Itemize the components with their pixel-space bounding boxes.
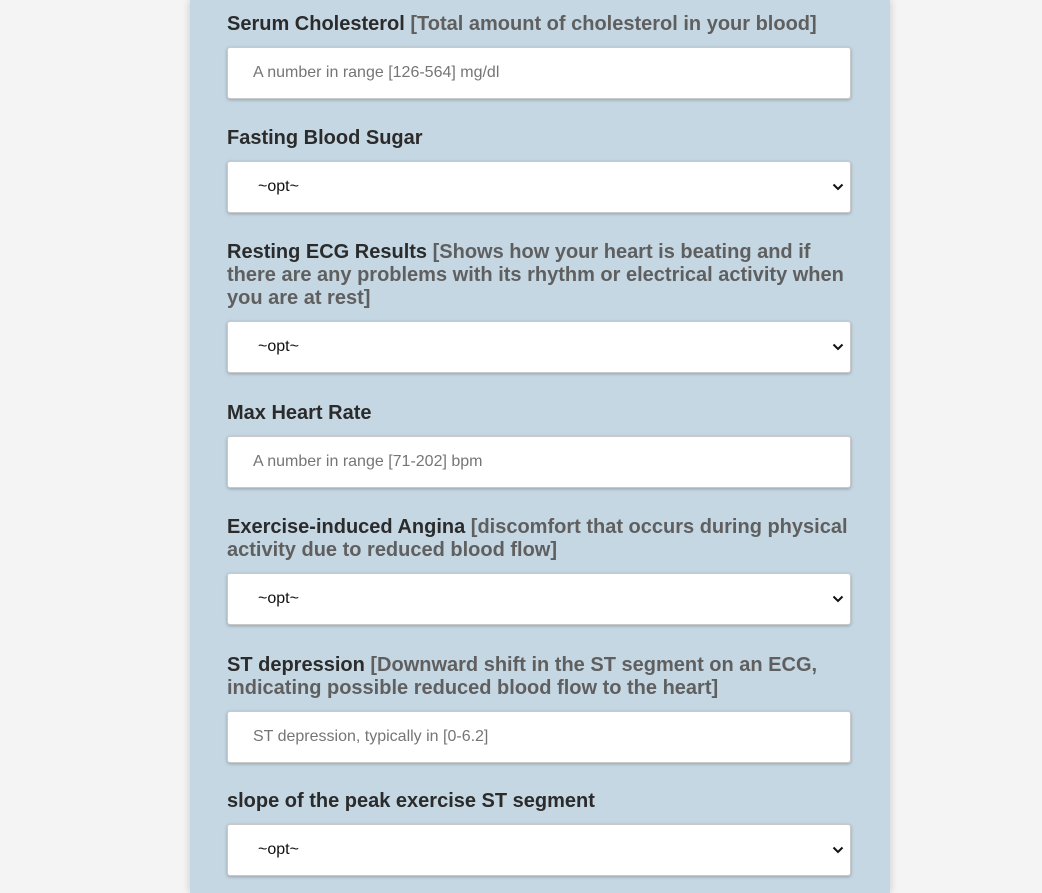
input-placeholder: ST depression, typically in [0-6.2]: [253, 728, 489, 745]
field-serum-cholesterol: Serum Cholesterol [Total amount of chole…: [227, 13, 851, 99]
chevron-down-icon: [832, 595, 844, 603]
chevron-down-icon: [832, 343, 844, 351]
input-placeholder: A number in range [71-202] bpm: [253, 453, 483, 470]
field-max-heart-rate: Max Heart Rate A number in range [71-202…: [227, 402, 851, 488]
field-hint: [Total amount of cholesterol in your blo…: [410, 13, 817, 35]
select-value: ~opt~: [258, 338, 299, 355]
chevron-down-icon: [832, 183, 844, 191]
fasting-blood-sugar-select[interactable]: ~opt~: [227, 161, 851, 213]
select-value: ~opt~: [258, 590, 299, 607]
field-label: Serum Cholesterol [Total amount of chole…: [227, 13, 817, 35]
field-exercise-angina: Exercise-induced Angina [discomfort that…: [227, 516, 851, 625]
form-panel: Serum Cholesterol [Total amount of chole…: [190, 0, 890, 893]
st-depression-input[interactable]: ST depression, typically in [0-6.2]: [227, 711, 851, 763]
field-label: Exercise-induced Angina [discomfort that…: [227, 516, 848, 561]
field-label: Max Heart Rate: [227, 402, 372, 424]
field-label: slope of the peak exercise ST segment: [227, 790, 595, 812]
select-value: ~opt~: [258, 178, 299, 195]
field-label: Resting ECG Results [Shows how your hear…: [227, 241, 844, 309]
resting-ecg-select[interactable]: ~opt~: [227, 321, 851, 373]
exercise-angina-select[interactable]: ~opt~: [227, 573, 851, 625]
field-label: Fasting Blood Sugar: [227, 127, 423, 149]
field-fasting-blood-sugar: Fasting Blood Sugar ~opt~: [227, 127, 851, 213]
field-label: ST depression [Downward shift in the ST …: [227, 654, 818, 699]
chevron-down-icon: [832, 846, 844, 854]
select-value: ~opt~: [258, 841, 299, 858]
input-placeholder: A number in range [126-564] mg/dl: [253, 64, 500, 81]
field-resting-ecg: Resting ECG Results [Shows how your hear…: [227, 241, 851, 373]
st-slope-select[interactable]: ~opt~: [227, 824, 851, 876]
serum-cholesterol-input[interactable]: A number in range [126-564] mg/dl: [227, 47, 851, 99]
field-st-depression: ST depression [Downward shift in the ST …: [227, 654, 851, 763]
max-heart-rate-input[interactable]: A number in range [71-202] bpm: [227, 436, 851, 488]
field-st-slope: slope of the peak exercise ST segment ~o…: [227, 790, 851, 876]
